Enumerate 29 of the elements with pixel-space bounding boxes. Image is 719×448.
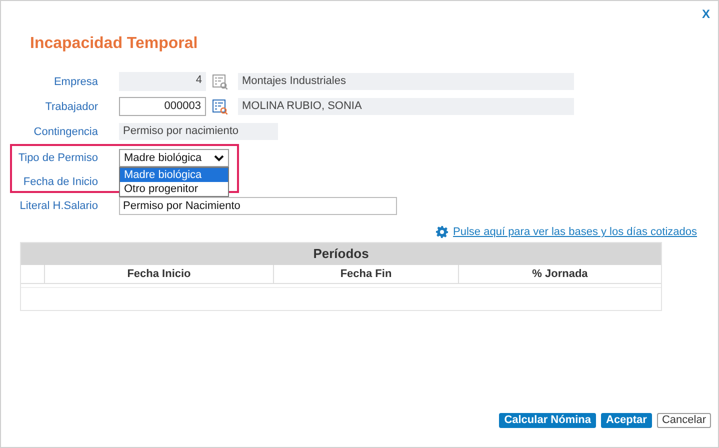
field-label: Literal H.Salario xyxy=(18,200,99,212)
lookup-icon[interactable] xyxy=(212,74,228,90)
bases-link[interactable]: Pulse aquí para ver las bases y los días cotizados xyxy=(453,226,697,238)
permit-dropdown[interactable]: Madre biológica xyxy=(119,149,229,167)
field-label: Fecha de Inicio xyxy=(22,176,99,188)
dialog-button[interactable]: Aceptar xyxy=(601,413,652,428)
code-field[interactable]: 000003 xyxy=(119,97,206,116)
field-label: Contingencia xyxy=(32,126,99,138)
dialog-button[interactable]: Cancelar xyxy=(656,413,711,428)
text-field[interactable]: Permiso por Nacimiento xyxy=(119,196,397,214)
field-label: Empresa xyxy=(52,76,99,88)
chevron-icon xyxy=(214,154,224,162)
dialog-button[interactable]: Calcular Nómina xyxy=(499,413,596,428)
name-field: MOLINA RUBIO, SONIA xyxy=(238,98,574,115)
lookup-icon[interactable] xyxy=(212,98,228,114)
close-button[interactable]: X xyxy=(702,7,710,23)
dropdown-option[interactable]: Otro progenitor xyxy=(120,182,228,196)
column-header: Fecha Fin xyxy=(274,265,459,283)
table-title: Períodos xyxy=(21,243,661,265)
column-header: % Jornada xyxy=(531,267,589,282)
window-title: Incapacidad Temporal xyxy=(30,35,199,53)
gear-icon[interactable] xyxy=(436,226,448,238)
field-label: Tipo de Permiso xyxy=(17,152,99,164)
field-label: Trabajador xyxy=(44,100,99,112)
column-header: Fecha Inicio xyxy=(45,265,274,283)
readonly-field: Permiso por nacimiento xyxy=(119,123,278,140)
code-field: 4 xyxy=(119,72,206,91)
name-field: Montajes Industriales xyxy=(238,73,574,90)
dropdown-option[interactable]: Madre biológica xyxy=(120,168,228,182)
